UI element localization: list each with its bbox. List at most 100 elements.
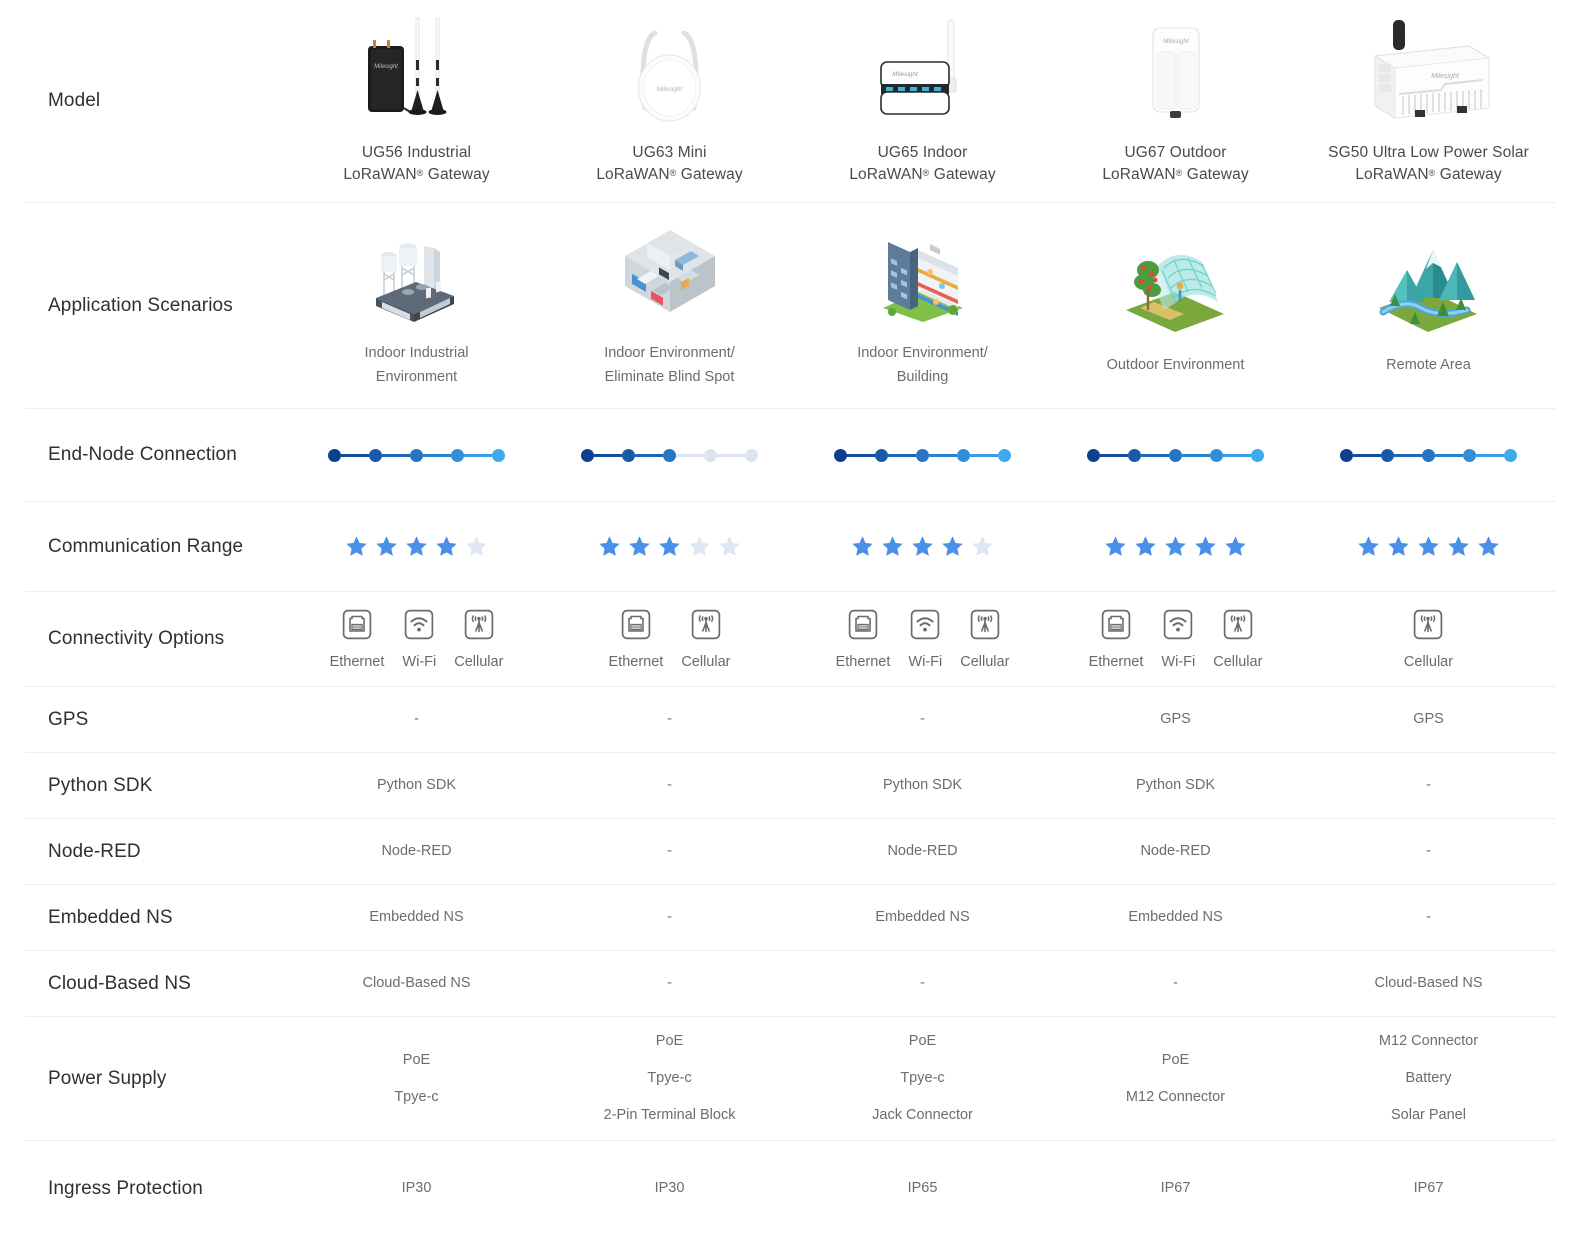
cloud-ns-cell-ug67: - [1049, 971, 1302, 996]
star-empty-icon [689, 536, 710, 556]
cloud-ns-value-ug65: - [920, 974, 925, 991]
model-cell-sg50: Milesight SG50 Ultra Low Power Solar LoRa… [1302, 16, 1555, 187]
row-label-embedded-ns: Embedded NS [48, 906, 173, 928]
connection-segment [423, 453, 451, 457]
connection-dot [834, 448, 847, 462]
connection-segment [635, 453, 663, 457]
star-filled-icon [1195, 536, 1216, 556]
connection-dots-ug63 [581, 448, 758, 462]
embedded-ns-cell-sg50: - [1302, 905, 1555, 930]
row-label-model: Model [48, 90, 101, 112]
connection-dot [1504, 448, 1517, 462]
star-empty-icon [719, 536, 740, 556]
cloud-ns-value-ug63: - [667, 974, 672, 991]
connection-dot [622, 448, 635, 462]
cellular-icon [1413, 609, 1443, 645]
embedded-ns-value-ug56: Embedded NS [369, 908, 464, 925]
gps-value-ug65: - [920, 710, 925, 727]
ethernet-icon [1101, 609, 1131, 645]
model-cell-ug65: Milesight UG65 Indoor LoRaWAN® Gateway [796, 16, 1049, 187]
model-cell-ug56: Milesight UG56 Industrial LoRaWAN® Gatewa… [290, 16, 543, 187]
ingress-cell-ug67: IP67 [1049, 1176, 1302, 1201]
star-filled-icon [406, 536, 427, 556]
wi-fi-icon [404, 609, 434, 645]
embedded-ns-cell-ug63: - [543, 905, 796, 930]
connectivity-option-label: Wi-Fi [402, 653, 437, 670]
connection-dot [451, 448, 464, 462]
connectivity-option-ethernet: Ethernet [1089, 609, 1143, 670]
table-row-model: Model Milesight UG56 Industrial LoRaWAN®… [25, 0, 1555, 203]
node-red-cell-ug56: Node-RED [290, 839, 543, 864]
connection-segment [929, 453, 957, 457]
power-value-ug63: PoE Tpye-c 2-Pin Terminal Block [603, 1033, 736, 1123]
cloud-ns-value-ug67: - [1173, 974, 1178, 991]
ingress-protection-cells: IP30 IP30 IP65 IP67 IP67 [290, 1176, 1555, 1201]
end-node-cell-ug65 [796, 448, 1049, 462]
range-cell-ug63 [543, 534, 796, 559]
gps-cell-sg50: GPS [1302, 707, 1555, 732]
connectivity-group-ug67: Ethernet Wi-Fi Cellular [1089, 609, 1263, 670]
end-node-cell-sg50 [1302, 448, 1555, 462]
range-cell-ug67 [1049, 534, 1302, 559]
ingress-value-ug67: IP67 [1160, 1179, 1191, 1196]
connection-dot [1340, 448, 1353, 462]
ingress-value-ug63: IP30 [654, 1179, 685, 1196]
connection-dot [998, 448, 1011, 462]
connectivity-group-ug65: Ethernet Wi-Fi Cellular [835, 609, 1009, 670]
ingress-cell-ug63: IP30 [543, 1176, 796, 1201]
connection-dot [1251, 448, 1264, 462]
connectivity-option-label: Cellular [1213, 653, 1263, 670]
star-filled-icon [1418, 536, 1439, 556]
table-row-communication-range: Communication Range [25, 502, 1555, 592]
python-sdk-value-sg50: - [1426, 776, 1431, 793]
connectivity-cell-ug65: Ethernet Wi-Fi Cellular [796, 609, 1049, 670]
model-name-sg50: SG50 Ultra Low Power Solar LoRaWAN® Gatew… [1328, 143, 1529, 183]
node-red-value-ug67: Node-RED [1140, 842, 1211, 859]
range-cell-sg50 [1302, 534, 1555, 559]
wi-fi-icon [910, 609, 940, 645]
connection-segment [888, 453, 916, 457]
product-comparison-table: Model Milesight UG56 Industrial LoRaWAN®… [0, 0, 1580, 1237]
connectivity-option-label: Ethernet [835, 653, 891, 670]
node-red-cell-ug63: - [543, 839, 796, 864]
star-filled-icon [882, 536, 903, 556]
cloud-ns-cell-ug65: - [796, 971, 1049, 996]
python-sdk-value-ug65: Python SDK [883, 776, 962, 793]
building-isometric-icon [868, 222, 978, 326]
connection-segment [1100, 453, 1128, 457]
wi-fi-icon [1163, 609, 1193, 645]
embedded-ns-cell-ug56: Embedded NS [290, 905, 543, 930]
connectivity-option-cellular: Cellular [681, 609, 731, 670]
connection-dots-ug65 [834, 448, 1011, 462]
ingress-cell-sg50: IP67 [1302, 1176, 1555, 1201]
python-sdk-cell-sg50: - [1302, 773, 1555, 798]
connectivity-option-label: Cellular [681, 653, 731, 670]
star-filled-icon [1388, 536, 1409, 556]
power-cell-ug63: PoE Tpye-c 2-Pin Terminal Block [543, 1023, 796, 1134]
application-cell-ug63: Indoor Environment/ Eliminate Blind Spot [543, 222, 796, 390]
model-cell-ug67: Milesight UG67 Outdoor LoRaWAN® Gateway [1049, 16, 1302, 187]
connection-dot [1087, 448, 1100, 462]
cloud-ns-cell-sg50: Cloud-Based NS [1302, 971, 1555, 996]
connection-dot [1169, 448, 1182, 462]
star-empty-icon [466, 536, 487, 556]
ug63-mini-gateway-photo: Milesight [607, 16, 732, 128]
connection-dots-sg50 [1340, 448, 1517, 462]
python-sdk-value-ug56: Python SDK [377, 776, 456, 793]
python-sdk-value-ug67: Python SDK [1136, 776, 1215, 793]
table-row-end-node-connection: End-Node Connection [25, 409, 1555, 502]
connectivity-option-label: Wi-Fi [1161, 653, 1196, 670]
star-filled-icon [1165, 536, 1186, 556]
model-cell-ug63: Milesight UG63 Mini LoRaWAN® Gateway [543, 16, 796, 187]
model-name-ug65: UG65 Indoor LoRaWAN® Gateway [849, 143, 996, 183]
star-filled-icon [376, 536, 397, 556]
embedded-ns-value-ug67: Embedded NS [1128, 908, 1223, 925]
table-row-application-scenarios: Application Scenarios Indoor Industrial … [25, 203, 1555, 409]
cellular-icon [691, 609, 721, 645]
power-value-ug65: PoE Tpye-c Jack Connector [872, 1033, 973, 1123]
star-filled-icon [346, 536, 367, 556]
star-filled-icon [599, 536, 620, 556]
table-row-gps: GPS - - - GPS GPS [25, 687, 1555, 753]
python-sdk-cell-ug65: Python SDK [796, 773, 1049, 798]
connection-segment [1223, 453, 1251, 457]
